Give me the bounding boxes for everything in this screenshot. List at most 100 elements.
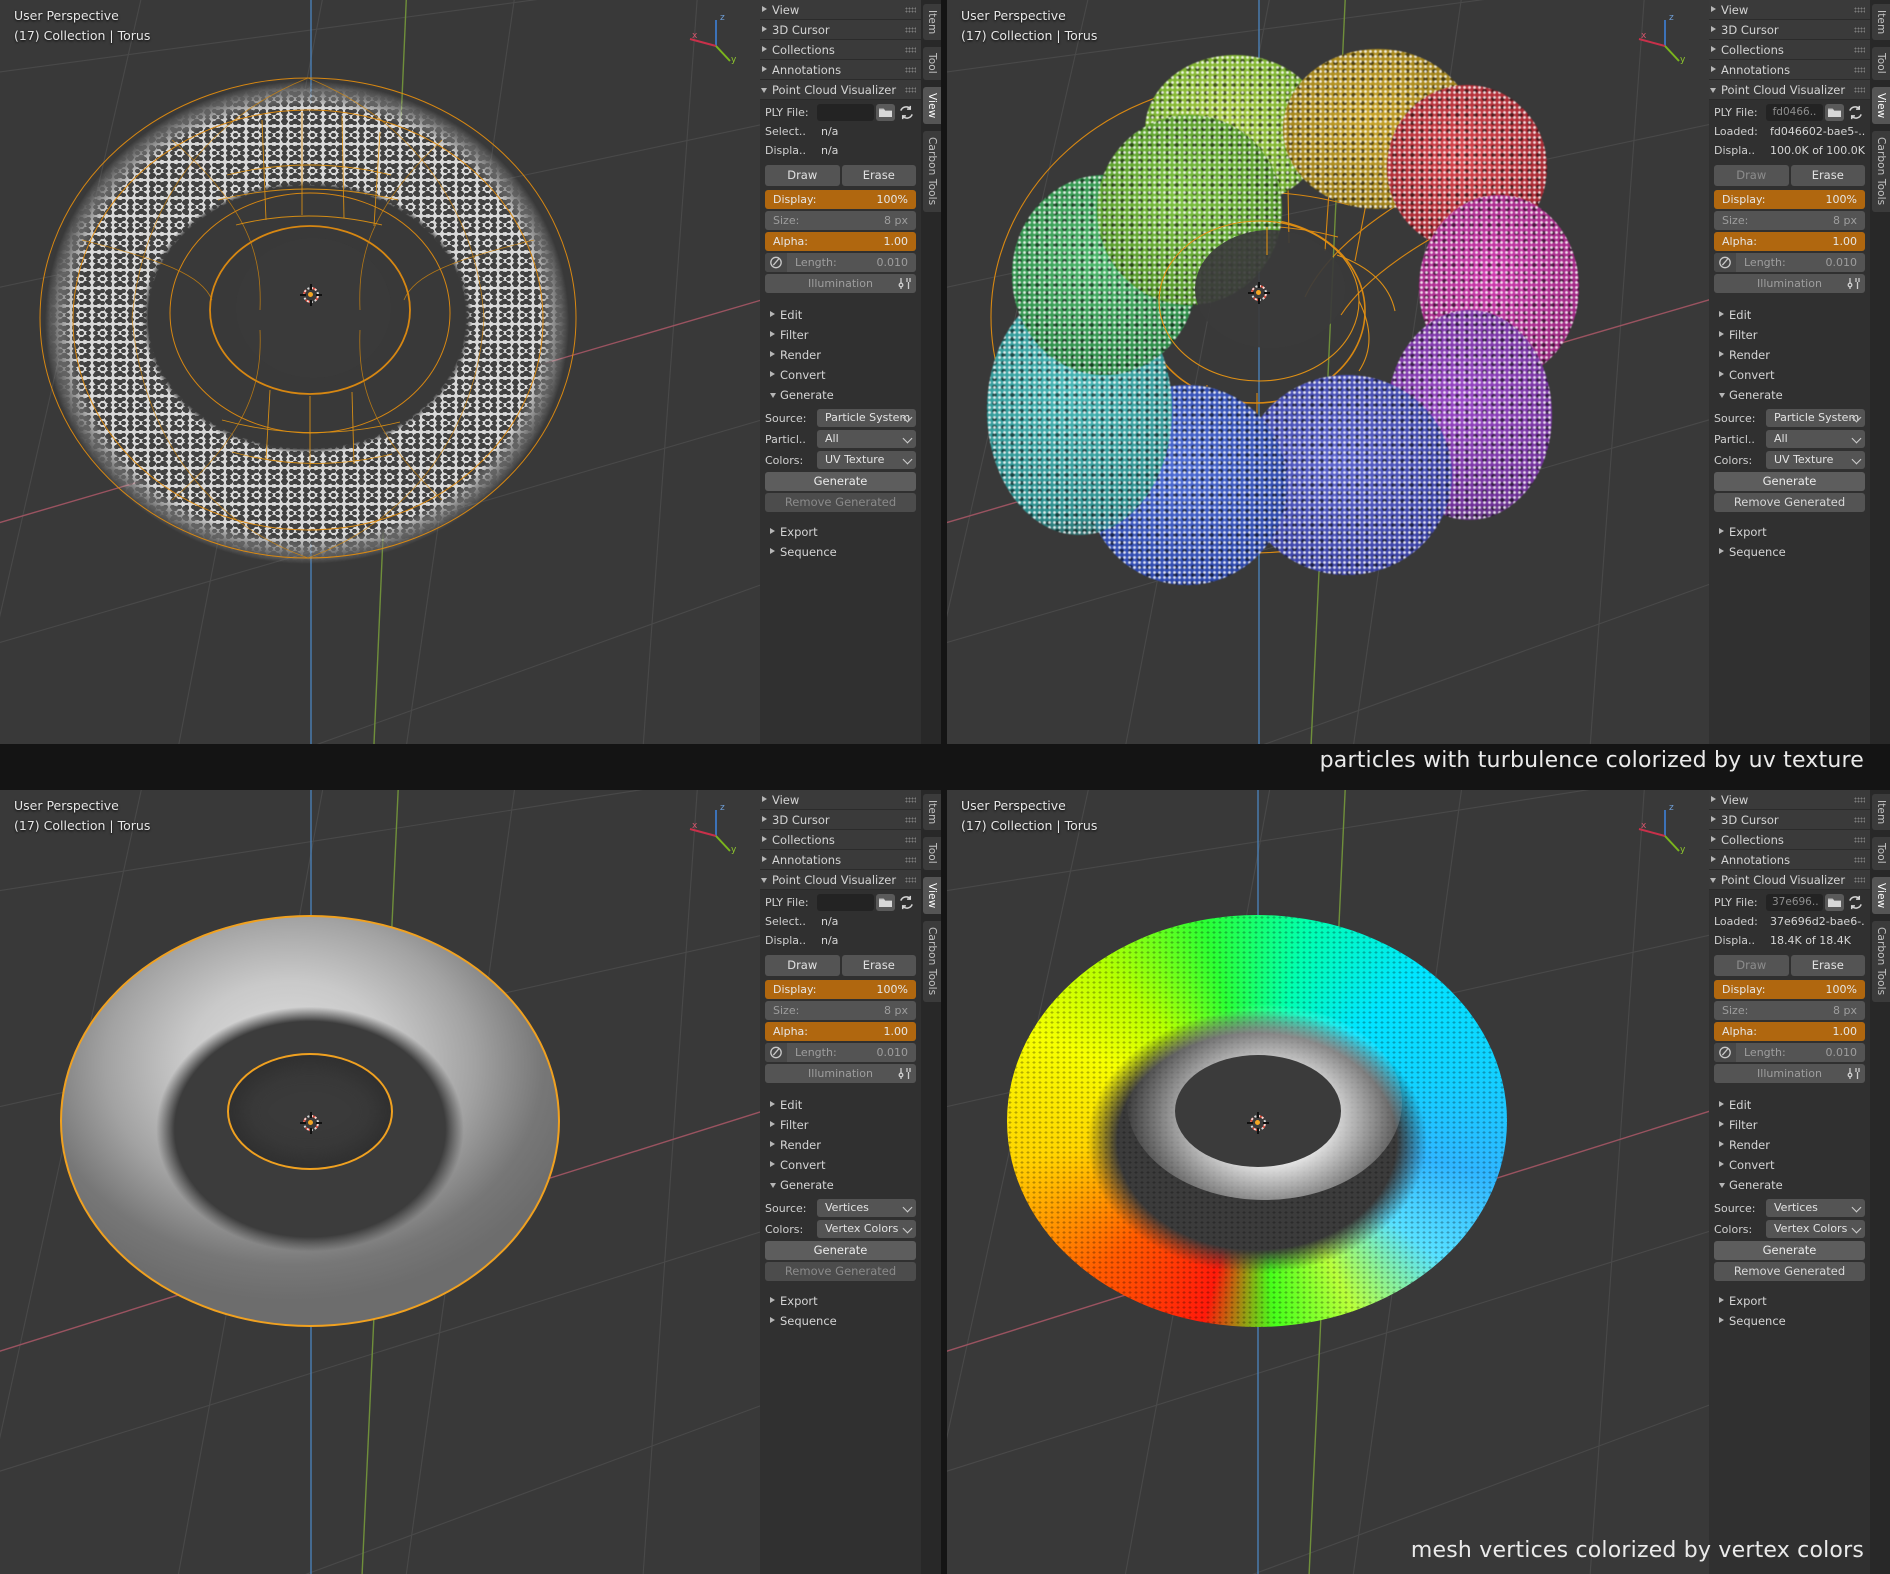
subpanel-edit[interactable]: Edit (760, 305, 921, 325)
subpanel-edit[interactable]: Edit (1709, 1095, 1870, 1115)
panel-header-point-cloud-visualizer[interactable]: Point Cloud Visualizer (760, 80, 921, 100)
colors-select[interactable]: Vertex Colors (817, 1220, 916, 1238)
subpanel-export[interactable]: Export (1709, 522, 1870, 542)
viewport-bottom-right[interactable]: User Perspective (17) Collection | Torus… (947, 790, 1709, 1574)
panel-header-view[interactable]: View (760, 790, 921, 810)
length-slider[interactable]: Length: 0.010 (765, 1043, 916, 1062)
sidebar-tab-item[interactable]: Item (1872, 4, 1890, 41)
sidebar-tab-view[interactable]: View (923, 877, 941, 915)
panel-header-view[interactable]: View (1709, 0, 1870, 20)
subpanel-filter[interactable]: Filter (1709, 1115, 1870, 1135)
display-slider[interactable]: Display: 100% (765, 980, 916, 999)
sidebar-tab-tool[interactable]: Tool (923, 47, 941, 81)
alpha-slider[interactable]: Alpha: 1.00 (765, 1022, 916, 1041)
subpanel-render[interactable]: Render (1709, 1135, 1870, 1155)
size-slider[interactable]: Size: 8 px (1714, 1001, 1865, 1020)
folder-icon[interactable] (1825, 894, 1844, 911)
subpanel-convert[interactable]: Convert (760, 365, 921, 385)
viewport-top-left[interactable]: User Perspective (17) Collection | Torus… (0, 0, 760, 744)
subpanel-filter[interactable]: Filter (1709, 325, 1870, 345)
source-select[interactable]: Particle System (1766, 409, 1865, 427)
subpanel-sequence[interactable]: Sequence (760, 542, 921, 562)
remove-generated-button[interactable]: Remove Generated (1714, 1262, 1865, 1281)
draw-button[interactable]: Draw (765, 955, 840, 976)
sidebar-tab-tool[interactable]: Tool (1872, 837, 1890, 871)
length-slider[interactable]: Length: 0.010 (765, 253, 916, 272)
length-mode-icon[interactable] (765, 253, 787, 272)
illumination-button[interactable]: Illumination (765, 274, 916, 293)
panel-header-3d-cursor[interactable]: 3D Cursor (760, 810, 921, 830)
sidebar-tab-item[interactable]: Item (923, 794, 941, 831)
panel-header-point-cloud-visualizer[interactable]: Point Cloud Visualizer (760, 870, 921, 890)
panel-header-3d-cursor[interactable]: 3D Cursor (1709, 810, 1870, 830)
erase-button[interactable]: Erase (1790, 955, 1865, 976)
panel-header-point-cloud-visualizer[interactable]: Point Cloud Visualizer (1709, 80, 1870, 100)
panel-header-collections[interactable]: Collections (1709, 830, 1870, 850)
ply-file-input[interactable] (817, 894, 874, 911)
remove-generated-button[interactable]: Remove Generated (1714, 493, 1865, 512)
alpha-slider[interactable]: Alpha: 1.00 (765, 232, 916, 251)
ply-file-input[interactable]: fd0466.. (1766, 104, 1823, 121)
panel-header-annotations[interactable]: Annotations (760, 850, 921, 870)
display-slider[interactable]: Display: 100% (1714, 190, 1865, 209)
folder-icon[interactable] (876, 894, 895, 911)
panel-header-3d-cursor[interactable]: 3D Cursor (760, 20, 921, 40)
sidebar-tab-carbon-tools[interactable]: Carbon Tools (1872, 131, 1890, 212)
ply-file-input[interactable] (817, 104, 874, 121)
source-select[interactable]: Vertices (817, 1199, 916, 1217)
viewport-bottom-left[interactable]: User Perspective (17) Collection | Torus… (0, 790, 760, 1574)
panel-header-collections[interactable]: Collections (760, 40, 921, 60)
reload-icon[interactable] (897, 104, 916, 121)
sidebar-tab-tool[interactable]: Tool (1872, 47, 1890, 81)
generate-button[interactable]: Generate (765, 1241, 916, 1260)
particle-select[interactable]: All (1766, 430, 1865, 448)
draw-button[interactable]: Draw (1714, 165, 1789, 186)
subpanel-export[interactable]: Export (760, 1291, 921, 1311)
generate-button[interactable]: Generate (1714, 472, 1865, 491)
sidebar-tab-view[interactable]: View (1872, 87, 1890, 125)
display-slider[interactable]: Display: 100% (1714, 980, 1865, 999)
panel-header-point-cloud-visualizer[interactable]: Point Cloud Visualizer (1709, 870, 1870, 890)
colors-select[interactable]: UV Texture (1766, 451, 1865, 469)
subpanel-render[interactable]: Render (760, 1135, 921, 1155)
subpanel-sequence[interactable]: Sequence (760, 1311, 921, 1331)
folder-icon[interactable] (876, 104, 895, 121)
subpanel-edit[interactable]: Edit (1709, 305, 1870, 325)
sidebar-tab-carbon-tools[interactable]: Carbon Tools (923, 131, 941, 212)
subpanel-generate[interactable]: Generate (1709, 1175, 1870, 1195)
panel-header-3d-cursor[interactable]: 3D Cursor (1709, 20, 1870, 40)
tool-settings-icon[interactable] (897, 276, 913, 291)
remove-generated-button[interactable]: Remove Generated (765, 493, 916, 512)
subpanel-generate[interactable]: Generate (760, 1175, 921, 1195)
illumination-button[interactable]: Illumination (1714, 274, 1865, 293)
reload-icon[interactable] (1846, 894, 1865, 911)
sidebar-tab-carbon-tools[interactable]: Carbon Tools (1872, 921, 1890, 1002)
alpha-slider[interactable]: Alpha: 1.00 (1714, 1022, 1865, 1041)
tool-settings-icon[interactable] (897, 1066, 913, 1081)
subpanel-render[interactable]: Render (1709, 345, 1870, 365)
colors-select[interactable]: UV Texture (817, 451, 916, 469)
illumination-button[interactable]: Illumination (1714, 1064, 1865, 1083)
folder-icon[interactable] (1825, 104, 1844, 121)
reload-icon[interactable] (1846, 104, 1865, 121)
sidebar-tab-tool[interactable]: Tool (923, 837, 941, 871)
length-slider[interactable]: Length: 0.010 (1714, 1043, 1865, 1062)
panel-header-view[interactable]: View (760, 0, 921, 20)
sidebar-tab-item[interactable]: Item (923, 4, 941, 41)
reload-icon[interactable] (897, 894, 916, 911)
subpanel-convert[interactable]: Convert (1709, 365, 1870, 385)
navigation-gizmo[interactable]: z x y (676, 6, 750, 64)
navigation-gizmo-bl[interactable]: z x y (676, 796, 750, 854)
subpanel-filter[interactable]: Filter (760, 325, 921, 345)
length-slider[interactable]: Length: 0.010 (1714, 253, 1865, 272)
sidebar-tab-view[interactable]: View (923, 87, 941, 125)
subpanel-render[interactable]: Render (760, 345, 921, 365)
illumination-button[interactable]: Illumination (765, 1064, 916, 1083)
sidebar-tab-item[interactable]: Item (1872, 794, 1890, 831)
erase-button[interactable]: Erase (841, 165, 916, 186)
length-mode-icon[interactable] (765, 1043, 787, 1062)
subpanel-export[interactable]: Export (1709, 1291, 1870, 1311)
tool-settings-icon[interactable] (1846, 276, 1862, 291)
panel-header-collections[interactable]: Collections (1709, 40, 1870, 60)
draw-button[interactable]: Draw (765, 165, 840, 186)
